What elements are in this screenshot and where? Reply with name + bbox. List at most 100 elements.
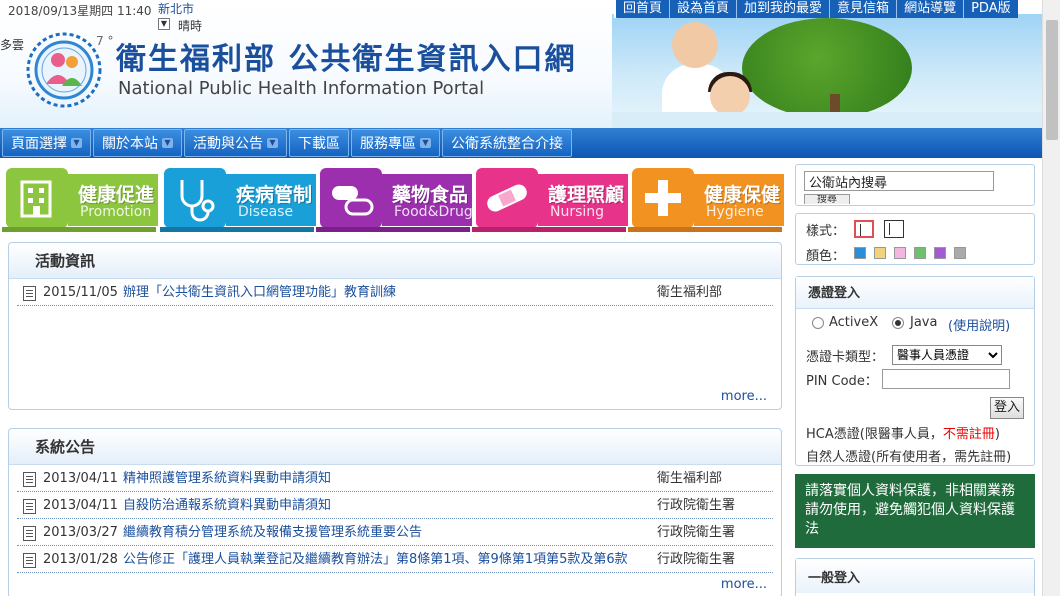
java-label: Java — [910, 315, 938, 330]
logo-icon — [26, 32, 102, 108]
category-label: 藥物食品 — [392, 184, 469, 206]
category-label: 健康促進 — [78, 184, 155, 206]
list-item[interactable]: 2015/11/05 辦理「公共衛生資訊入口網管理功能」教育訓練 衛生福利部 — [17, 279, 773, 306]
main-nav: 頁面選擇 ▼ 關於本站 ▼ 活動與公告 ▼ 下載區 服務專區 ▼ 公衛系統整合介接 — [0, 128, 1060, 158]
item-org: 衛生福利部 — [657, 285, 723, 300]
nav-page-select[interactable]: 頁面選擇 ▼ — [2, 129, 91, 157]
category-label-en: Food&Drug — [394, 204, 473, 220]
color-label: 顏色： — [806, 249, 846, 264]
search-input[interactable] — [804, 171, 994, 191]
category-label-en: Disease — [238, 204, 294, 220]
layout-wide-button[interactable] — [884, 220, 904, 238]
bandage-icon — [476, 168, 538, 228]
top-links: 回首頁 設為首頁 加到我的最愛 意見信箱 網站導覽 PDA版 — [614, 0, 1018, 18]
color-swatch-gray[interactable] — [954, 247, 966, 259]
add-favorite-link[interactable]: 加到我的最愛 — [736, 0, 829, 18]
nav-label: 頁面選擇 — [11, 136, 67, 152]
nav-label: 關於本站 — [102, 136, 158, 152]
document-icon — [23, 499, 36, 514]
java-radio[interactable] — [892, 317, 904, 329]
item-org: 行政院衛生署 — [657, 552, 736, 567]
nav-services[interactable]: 服務專區 ▼ — [351, 129, 440, 157]
pda-link[interactable]: PDA版 — [963, 0, 1018, 18]
color-swatch-yellow[interactable] — [874, 247, 886, 259]
item-date: 2013/04/11 — [43, 498, 118, 513]
weather-desc: 多雲 — [0, 38, 25, 52]
header: 2018/09/13星期四 11:40 新北市 ▼ 晴時 多雲 7 ° 衛生福利… — [0, 0, 1060, 128]
announcements-more-link[interactable]: more... — [721, 577, 767, 592]
usage-link[interactable]: (使用說明) — [948, 315, 1010, 334]
privacy-notice: 請落實個人資料保護，非相關業務請勿使用，避免觸犯個人資料保護法 — [795, 474, 1035, 548]
chevron-down-icon: ▼ — [267, 138, 278, 148]
general-login-panel: 一般登入 — [795, 558, 1035, 596]
nav-activities[interactable]: 活動與公告 ▼ — [184, 129, 287, 157]
activex-label: ActiveX — [829, 315, 879, 330]
temperature: 7 ° — [96, 34, 114, 48]
document-icon — [23, 526, 36, 541]
banner-photo — [612, 14, 1060, 128]
item-title-link[interactable]: 自殺防治通報系統資料異動申請須知 — [123, 492, 653, 519]
list-item[interactable]: 2013/01/28 公告修正「護理人員執業登記及繼續教育辦法」第8條第1項、第… — [17, 546, 773, 573]
item-title-link[interactable]: 辦理「公共衛生資訊入口網管理功能」教育訓練 — [123, 279, 653, 306]
cert-login-heading: 憑證登入 — [796, 277, 1034, 309]
hca-no-register: 不需註冊 — [942, 427, 995, 442]
scrollbar-thumb[interactable] — [1046, 20, 1058, 140]
item-title-link[interactable]: 精神照護管理系統資料異動申請須知 — [123, 465, 653, 492]
layout-narrow-button[interactable] — [854, 220, 874, 238]
activex-radio[interactable] — [812, 317, 824, 329]
nav-download[interactable]: 下載區 — [289, 129, 349, 157]
stethoscope-icon — [164, 168, 226, 228]
item-date: 2015/11/05 — [43, 285, 118, 300]
category-hygiene[interactable]: 健康保健 Hygiene — [628, 164, 784, 232]
pin-input[interactable] — [882, 369, 1010, 389]
natural-person-link[interactable]: 自然人憑證(所有使用者，需先註冊) — [806, 446, 1011, 465]
cross-icon — [632, 168, 694, 228]
login-button[interactable]: 登入 — [990, 397, 1024, 419]
document-icon — [23, 286, 36, 301]
nav-about[interactable]: 關於本站 ▼ — [93, 129, 182, 157]
category-label: 疾病管制 — [236, 184, 313, 206]
color-swatch-pink[interactable] — [894, 247, 906, 259]
cert-type-label: 憑證卡類型： — [806, 350, 885, 365]
chevron-down-icon: ▼ — [71, 138, 82, 148]
search-box: 搜尋 — [795, 164, 1035, 206]
nav-integration[interactable]: 公衛系統整合介接 — [442, 129, 572, 157]
item-org: 行政院衛生署 — [657, 525, 736, 540]
list-item[interactable]: 2013/04/11 精神照護管理系統資料異動申請須知 衛生福利部 — [17, 465, 773, 492]
item-date: 2013/04/11 — [43, 471, 118, 486]
scrollbar[interactable] — [1042, 0, 1060, 596]
cert-type-select[interactable]: 醫事人員憑證 — [892, 345, 1002, 365]
sitemap-link[interactable]: 網站導覽 — [896, 0, 963, 18]
nav-label: 服務專區 — [360, 136, 416, 152]
list-item[interactable]: 2013/04/11 自殺防治通報系統資料異動申請須知 行政院衛生署 — [17, 492, 773, 519]
home-link[interactable]: 回首頁 — [614, 0, 669, 18]
chevron-down-icon: ▼ — [420, 138, 431, 148]
hca-prefix: HCA憑證(限醫事人員， — [806, 427, 943, 442]
search-button[interactable]: 搜尋 — [804, 194, 850, 204]
set-home-link[interactable]: 設為首頁 — [669, 0, 736, 18]
nav-label: 公衛系統整合介接 — [451, 136, 563, 152]
document-icon — [23, 553, 36, 568]
category-disease[interactable]: 疾病管制 Disease — [160, 164, 316, 232]
category-nursing[interactable]: 護理照顧 Nursing — [472, 164, 628, 232]
color-swatch-green[interactable] — [914, 247, 926, 259]
city-link[interactable]: 新北市 — [158, 0, 194, 17]
feedback-link[interactable]: 意見信箱 — [829, 0, 896, 18]
weather-dropdown[interactable]: ▼ — [158, 18, 170, 30]
item-title-link[interactable]: 公告修正「護理人員執業登記及繼續教育辦法」第8條第1項、第9條第1項第5款及第6… — [123, 546, 653, 573]
item-title-link[interactable]: 繼續教育積分管理系統及報備支援管理系統重要公告 — [123, 519, 653, 546]
building-icon — [6, 168, 68, 228]
color-swatch-blue[interactable] — [854, 247, 866, 259]
announcements-panel: 系統公告 2013/04/11 精神照護管理系統資料異動申請須知 衛生福利部 2… — [8, 428, 782, 596]
activities-more-link[interactable]: more... — [721, 389, 767, 404]
announcements-heading: 系統公告 — [9, 429, 781, 465]
category-promotion[interactable]: 健康促進 Promotion — [2, 164, 158, 232]
list-item[interactable]: 2013/03/27 繼續教育積分管理系統及報備支援管理系統重要公告 行政院衛生… — [17, 519, 773, 546]
color-swatch-purple[interactable] — [934, 247, 946, 259]
category-food-drug[interactable]: 藥物食品 Food&Drug — [316, 164, 473, 232]
pill-icon — [320, 168, 382, 228]
item-org: 衛生福利部 — [657, 471, 723, 486]
hca-link[interactable]: HCA憑證(限醫事人員，不需註冊) — [806, 423, 1000, 442]
general-login-heading: 一般登入 — [796, 559, 1034, 593]
category-label: 護理照顧 — [548, 184, 625, 206]
